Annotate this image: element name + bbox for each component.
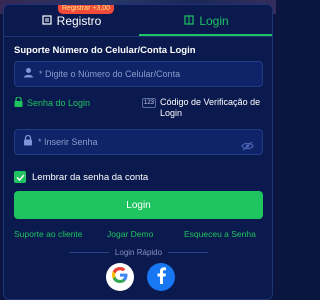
method-code-label: Código de Verificação de Login: [160, 97, 261, 118]
login-tab-icon: [184, 14, 194, 28]
remember-password-toggle[interactable]: Lembrar da senha da conta: [14, 171, 148, 183]
facebook-login-button[interactable]: [147, 263, 175, 291]
login-method-row: Senha do Login 123 Código de Verificação…: [14, 95, 263, 123]
method-password-label: Senha do Login: [27, 98, 91, 108]
quick-login-label: Login Rápido: [114, 247, 163, 257]
footer-links: Suporte ao cliente Jogar Demo Esqueceu a…: [14, 229, 263, 239]
register-tab-icon: [42, 14, 52, 28]
remember-label: Lembrar da senha da conta: [32, 171, 149, 183]
password-field[interactable]: [14, 129, 263, 155]
login-button[interactable]: Login: [14, 191, 263, 219]
phone-input[interactable]: [39, 69, 229, 79]
code-icon: 123: [142, 98, 157, 108]
method-code-option[interactable]: 123 Código de Verificação de Login: [142, 97, 264, 119]
forgot-password-link[interactable]: Esqueceu a Senha: [184, 229, 256, 239]
login-modal: Registro Login Registrar +3,00 Suporte N…: [3, 4, 273, 300]
quick-login-header: Login Rápido: [14, 247, 263, 257]
facebook-icon: [154, 266, 168, 289]
support-link[interactable]: Suporte ao cliente: [14, 229, 83, 239]
eye-off-icon[interactable]: [241, 138, 254, 156]
google-icon: [111, 266, 129, 289]
password-input[interactable]: [38, 137, 228, 147]
register-promo-badge: Registrar +3,00: [58, 5, 115, 14]
section-label: Suporte Número do Celular/Conta Login: [14, 45, 196, 56]
tab-login-label: Login: [199, 13, 229, 28]
password-lock-icon: [23, 133, 33, 151]
divider-right: [168, 251, 209, 253]
auth-tabs: Registro Login: [4, 5, 272, 36]
remember-checkbox[interactable]: [14, 171, 26, 183]
method-password-option[interactable]: Senha do Login: [14, 96, 91, 109]
google-login-button[interactable]: [106, 263, 134, 291]
tab-login[interactable]: Login: [139, 5, 272, 36]
demo-link[interactable]: Jogar Demo: [107, 229, 153, 239]
tabs-divider: [4, 36, 272, 37]
phone-field[interactable]: [14, 61, 263, 87]
user-icon: [23, 65, 34, 83]
divider-left: [68, 251, 109, 253]
tab-register-label: Registro: [56, 13, 102, 28]
lock-icon: [14, 96, 23, 109]
